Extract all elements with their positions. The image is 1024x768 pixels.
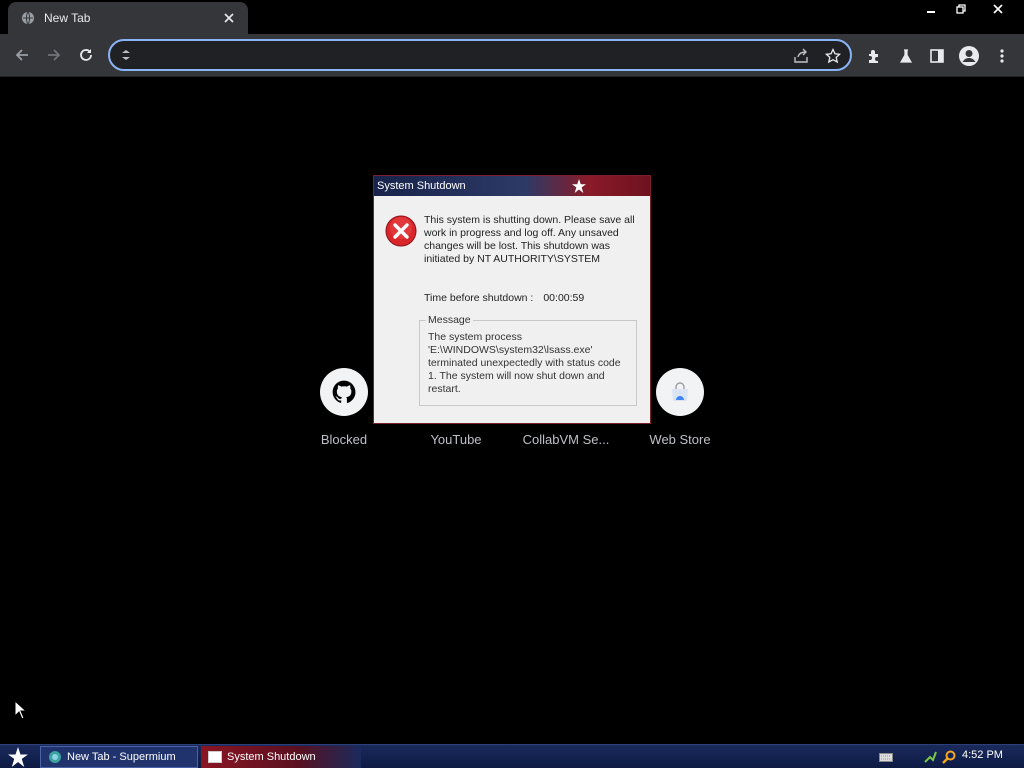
star-logo-icon <box>571 178 587 194</box>
start-star-icon <box>8 747 28 767</box>
window-controls <box>916 0 1020 18</box>
countdown-value: 00:00:59 <box>543 292 585 304</box>
countdown-label: Time before shutdown : <box>424 292 534 304</box>
mouse-cursor-icon <box>14 700 26 720</box>
countdown-row: Time before shutdown : 00:00:59 <box>424 292 584 304</box>
message-legend: Message <box>426 314 473 326</box>
close-window-button[interactable] <box>976 0 1020 18</box>
back-button[interactable] <box>7 40 37 70</box>
message-text: The system process 'E:\WINDOWS\system32\… <box>428 331 621 395</box>
shortcut-label: CollabVM Se... <box>522 432 610 447</box>
taskbar: New Tab - Supermium System Shutdown 4:52… <box>0 744 1024 768</box>
shutdown-warning-text: This system is shutting down. Please sav… <box>424 214 635 265</box>
search-magnifier-icon[interactable] <box>941 748 957 766</box>
menu-kebab-icon[interactable] <box>990 44 1014 68</box>
error-icon <box>385 215 417 247</box>
taskbar-clock[interactable]: 4:52 PM <box>962 749 1003 761</box>
bookmark-star-icon[interactable] <box>822 46 844 66</box>
dialog-titlebar[interactable]: System Shutdown <box>374 176 650 196</box>
tab-strip: New Tab <box>0 0 1024 34</box>
window-app-icon <box>207 750 223 764</box>
message-groupbox: Message The system process 'E:\WINDOWS\s… <box>419 314 637 406</box>
github-icon <box>320 368 368 416</box>
dialog-title: System Shutdown <box>377 180 466 192</box>
globe-icon <box>20 10 36 26</box>
search-engine-icon <box>119 48 133 62</box>
taskbar-item-label: New Tab - Supermium <box>67 751 176 763</box>
extensions-icon[interactable] <box>862 44 886 68</box>
web-store-icon <box>656 368 704 416</box>
keyboard-icon[interactable] <box>877 748 895 766</box>
browser-toolbar <box>0 34 1024 77</box>
share-icon[interactable] <box>790 46 812 66</box>
side-panel-icon[interactable] <box>925 44 949 68</box>
taskbar-item-shutdown[interactable]: System Shutdown <box>201 746 361 768</box>
address-bar[interactable] <box>108 39 852 71</box>
minimize-button[interactable] <box>916 0 946 18</box>
tab-title: New Tab <box>44 11 91 25</box>
profile-avatar-icon[interactable] <box>957 44 981 68</box>
close-tab-icon[interactable] <box>220 9 238 27</box>
system-shutdown-dialog[interactable]: System Shutdown This system is shutting … <box>373 175 651 424</box>
address-input[interactable] <box>142 45 782 65</box>
shortcut-label: Web Store <box>649 432 711 447</box>
browser-app-icon <box>47 750 63 764</box>
reload-button[interactable] <box>71 40 101 70</box>
shortcut-label: Blocked <box>320 432 368 447</box>
start-button[interactable] <box>4 746 32 768</box>
tab-new-tab[interactable]: New Tab <box>8 2 248 34</box>
shortcut-label: YouTube <box>430 432 482 447</box>
taskbar-item-browser[interactable]: New Tab - Supermium <box>40 746 198 768</box>
forward-button[interactable] <box>39 40 69 70</box>
restore-button[interactable] <box>946 0 976 18</box>
taskbar-item-label: System Shutdown <box>227 751 316 763</box>
labs-flask-icon[interactable] <box>894 44 918 68</box>
dialog-body: This system is shutting down. Please sav… <box>374 196 650 423</box>
network-icon[interactable] <box>922 748 938 766</box>
